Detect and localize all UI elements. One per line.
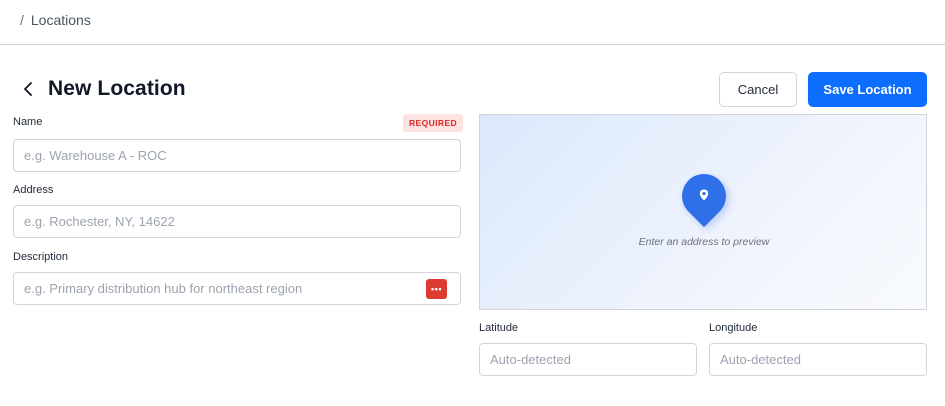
cancel-button[interactable]: Cancel (719, 72, 797, 107)
address-input[interactable] (13, 205, 461, 238)
map-hint-text: Enter an address to preview (638, 236, 770, 248)
description-input[interactable] (13, 272, 461, 305)
longitude-input[interactable] (709, 343, 927, 376)
breadcrumb: / Locations (20, 12, 91, 28)
page-header: New Location Cancel Save Location (0, 70, 945, 110)
longitude-label: Longitude (709, 322, 758, 334)
breadcrumb-separator: / (20, 12, 24, 28)
latitude-label: Latitude (479, 322, 519, 334)
save-location-button[interactable]: Save Location (808, 72, 927, 107)
chevron-left-icon (24, 82, 32, 96)
breadcrumb-locations-link[interactable]: Locations (31, 12, 91, 28)
name-input[interactable] (13, 139, 461, 172)
address-label: Address (13, 184, 54, 196)
required-badge: REQUIRED (403, 114, 464, 132)
location-dot-icon (694, 185, 714, 205)
map-preview: Enter an address to preview (479, 114, 927, 310)
more-dots-icon[interactable]: ••• (426, 279, 447, 299)
latitude-input[interactable] (479, 343, 697, 376)
back-button[interactable] (18, 78, 38, 100)
name-label: Name (13, 116, 43, 128)
description-label: Description (13, 251, 69, 263)
top-bar: / Locations (0, 0, 945, 45)
page-title: New Location (48, 77, 186, 100)
